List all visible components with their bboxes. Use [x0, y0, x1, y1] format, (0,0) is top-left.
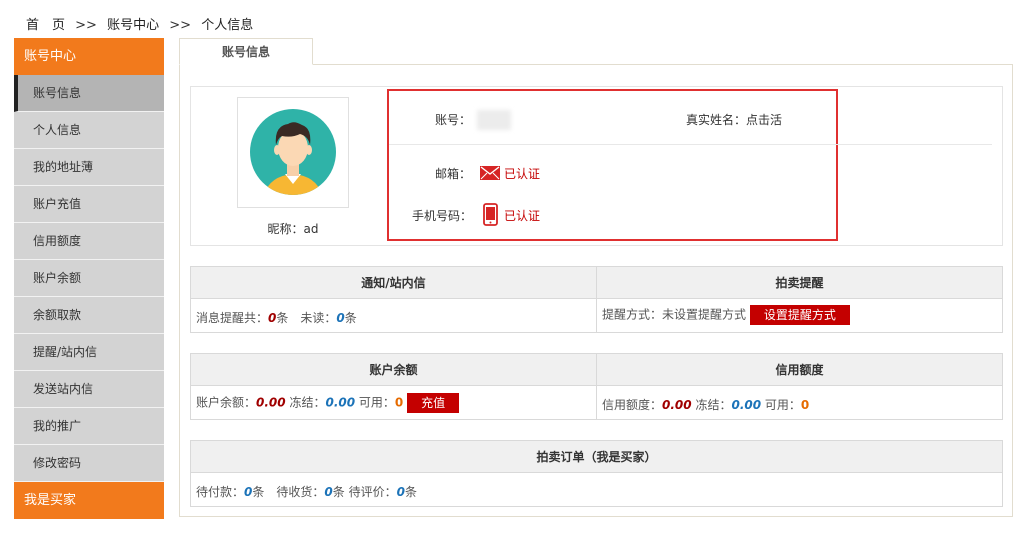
balance-amount: 0.00 — [256, 395, 286, 410]
breadcrumb-account-center[interactable]: 账号中心 — [107, 18, 159, 33]
sidebar-footer-buyer[interactable]: 我是买家 — [14, 482, 164, 519]
sidebar-item-send-message[interactable]: 发送站内信 — [14, 371, 164, 408]
sidebar-item-reminders[interactable]: 提醒/站内信 — [14, 334, 164, 371]
breadcrumb-separator: >> — [75, 18, 97, 33]
orders-unit3: 条 — [404, 485, 417, 499]
notify-unit1: 条 未读： — [276, 311, 337, 325]
sidebar: 账号中心 账号信息 个人信息 我的地址薄 账户充值 信用额度 账户余额 余额取款… — [14, 38, 164, 519]
breadcrumb-personal-info: 个人信息 — [201, 18, 254, 33]
balance-frozen-label: 冻结： — [289, 395, 326, 410]
breadcrumb: 首 页 >> 账号中心 >> 个人信息 — [26, 14, 259, 33]
credit-title: 信用额度 — [775, 363, 824, 377]
email-icon — [480, 166, 500, 180]
phone-label: 手机号码： — [412, 209, 473, 223]
credit-amount: 0.00 — [662, 398, 692, 412]
account-value-masked — [477, 110, 511, 130]
sidebar-item-account-info[interactable]: 账号信息 — [14, 75, 164, 112]
account-label: 账号： — [435, 113, 472, 127]
auction-remind-body: 提醒方式：未设置提醒方式 设置提醒方式 — [602, 305, 850, 325]
sidebar-item-withdraw[interactable]: 余额取款 — [14, 297, 164, 334]
balance-title: 账户余额 — [369, 363, 418, 377]
notify-prefix: 消息提醒共： — [196, 311, 269, 325]
auction-remind-text: 提醒方式：未设置提醒方式 — [602, 307, 747, 322]
set-remind-button[interactable]: 设置提醒方式 — [749, 305, 850, 325]
nickname: 昵称：ad — [267, 222, 319, 236]
phone-icon — [483, 203, 498, 226]
sidebar-item-address-book[interactable]: 我的地址薄 — [14, 149, 164, 186]
credit-frozen-label: 冻结： — [695, 398, 732, 412]
credit-label: 信用额度： — [602, 398, 663, 412]
notify-summary: 消息提醒共：0条 未读：0条 — [196, 309, 357, 326]
auction-remind-title: 拍卖提醒 — [775, 276, 824, 290]
balance-label: 账户余额： — [196, 395, 257, 410]
balance-available-label: 可用： — [358, 395, 395, 410]
email-verified-badge: 已认证 — [504, 167, 541, 181]
sidebar-item-balance[interactable]: 账户余额 — [14, 260, 164, 297]
balance-frozen: 0.00 — [325, 395, 356, 410]
recharge-button[interactable]: 充值 — [407, 393, 460, 413]
credit-frozen: 0.00 — [731, 398, 762, 412]
real-name[interactable]: 真实姓名：点击活 — [686, 111, 782, 128]
sidebar-item-recharge[interactable]: 账户充值 — [14, 186, 164, 223]
sidebar-item-personal-info[interactable]: 个人信息 — [14, 112, 164, 149]
balance-body: 账户余额：0.00 冻结：0.00 可用：0 充值 — [196, 393, 460, 413]
avatar-icon — [250, 109, 336, 195]
sidebar-header-account-center[interactable]: 账号中心 — [14, 38, 164, 75]
notify-unread: 0 — [336, 311, 345, 325]
orders-body: 待付款：0条 待收货：0条 待评价：0条 — [196, 483, 417, 500]
balance-available: 0 — [394, 395, 404, 410]
info-divider — [389, 144, 992, 145]
tab-account-info[interactable]: 账号信息 — [179, 38, 313, 65]
credit-available: 0 — [800, 398, 810, 412]
breadcrumb-separator: >> — [169, 18, 192, 33]
sidebar-item-credit-limit[interactable]: 信用额度 — [14, 223, 164, 260]
sidebar-item-promotion[interactable]: 我的推广 — [14, 408, 164, 445]
orders-title: 拍卖订单（我是买家） — [536, 450, 657, 464]
orders-pending-receive[interactable]: 0 — [324, 485, 332, 499]
phone-verified-badge: 已认证 — [504, 209, 541, 223]
breadcrumb-home[interactable]: 首 页 — [26, 18, 65, 33]
credit-body: 信用额度：0.00 冻结：0.00 可用：0 — [602, 396, 809, 413]
email-label: 邮箱： — [435, 167, 472, 181]
notify-unit2: 条 — [344, 311, 357, 325]
credit-available-label: 可用： — [764, 398, 801, 412]
sidebar-item-change-password[interactable]: 修改密码 — [14, 445, 164, 482]
orders-unit1: 条 待收货： — [252, 485, 325, 499]
orders-unit2: 条 待评价： — [332, 485, 397, 499]
notify-title: 通知/站内信 — [361, 276, 426, 290]
orders-pending-pay-label: 待付款： — [196, 485, 245, 499]
avatar — [237, 97, 349, 208]
orders-pending-review[interactable]: 0 — [397, 485, 405, 499]
